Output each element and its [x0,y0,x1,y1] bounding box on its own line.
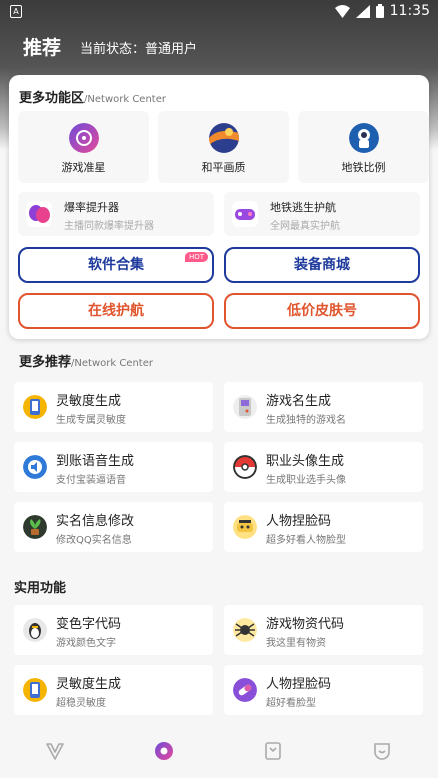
tile-label: 和平画质 [201,161,246,174]
item-title: 游戏名生成 [266,394,332,409]
button-label: 软件合集 [88,257,144,273]
masks-icon [26,201,52,227]
item-desc: 超多好看人物脸型 [266,535,346,546]
more-recommend-title: 更多推荐/Network Center [19,351,153,370]
list-item[interactable]: 实名信息修改 修改QQ实名信息 [14,502,213,552]
item-title: 灵敏度生成 [56,394,122,409]
equipment-store-button[interactable]: 装备商城 [224,247,420,283]
face-icon [233,515,257,539]
item-desc: 游戏颜色文字 [56,638,116,649]
gamepad-icon [232,201,258,227]
bottom-nav [0,726,438,778]
astronaut-icon [348,123,379,153]
user-status: 当前状态：普通用户 [80,42,198,57]
battery-icon [375,4,384,18]
section-subtitle: /Network Center [71,358,153,369]
list-item[interactable]: 人物捏脸码 超多好看人物脸型 [224,502,423,552]
list-item[interactable]: 游戏名生成 生成独特的游戏名 [224,382,423,432]
section-subtitle: /Network Center [84,94,166,105]
metro-escort[interactable]: 地铁逃生护航 全网最真实护航 [224,192,420,236]
tile-label: 地铁比例 [341,161,386,174]
item-desc: 修改QQ实名信息 [56,535,132,546]
utilities-title: 实用功能 [14,577,66,596]
tile-astronaut[interactable]: 地铁比例 [298,111,429,183]
drop-rate-booster[interactable]: 爆率提升器 主播同款爆率提升器 [18,192,214,236]
status-bar: A 11:35 [0,0,438,24]
penguin-icon [23,618,47,642]
clock: 11:35 [389,3,430,19]
pokeball-icon [233,455,257,479]
list-item[interactable]: 变色字代码 游戏颜色文字 [14,605,213,655]
list-item[interactable]: 到账语音生成 支付宝装逼语音 [14,442,213,492]
online-escort-button[interactable]: 在线护航 [18,293,214,329]
section-title-text: 更多功能区 [19,91,85,106]
list-item[interactable]: 游戏物资代码 我这里有物资 [224,605,423,655]
item-title: 实名信息修改 [56,514,135,529]
wide-item-title: 爆率提升器 [64,201,119,214]
smile-icon[interactable] [371,740,393,762]
list-item[interactable]: 灵敏度生成 生成专属灵敏度 [14,382,213,432]
graphics-icon [208,123,239,153]
app-notification-icon: A [10,5,22,18]
list-item[interactable]: 灵敏度生成 超稳灵敏度 [14,665,213,715]
plant-icon [23,515,47,539]
software-collection-button[interactable]: 软件合集 HOT [18,247,214,283]
tile-crosshair[interactable]: 游戏准星 [18,111,149,183]
tile-label: 游戏准星 [61,161,106,174]
button-label: 低价皮肤号 [287,303,357,319]
cheap-skin-account-button[interactable]: 低价皮肤号 [224,293,420,329]
page-title: 推荐 [23,37,62,59]
spider-icon [233,618,257,642]
item-title: 游戏物资代码 [266,617,345,632]
list-item[interactable]: 职业头像生成 生成职业选手头像 [224,442,423,492]
list-item[interactable]: 人物捏脸码 超好看脸型 [224,665,423,715]
more-functions-card: 更多功能区/Network Center 游戏准星 和平画质 地铁比例 爆率提升… [9,75,429,339]
item-desc: 超稳灵敏度 [56,698,106,709]
hot-badge: HOT [184,252,208,262]
item-title: 人物捏脸码 [266,677,332,692]
item-title: 到账语音生成 [56,454,135,469]
bookmark-icon[interactable] [262,740,284,762]
section-title-text: 更多推荐 [19,355,72,370]
crosshair-icon [68,123,99,153]
item-desc: 我这里有物资 [266,638,326,649]
speaker-icon [23,455,47,479]
item-title: 变色字代码 [56,617,122,632]
item-title: 人物捏脸码 [266,514,332,529]
capsule-icon [233,678,257,702]
button-label: 装备商城 [294,257,350,273]
item-desc: 超好看脸型 [266,698,316,709]
section-title-text: 实用功能 [14,581,67,596]
wide-item-title: 地铁逃生护航 [270,201,336,214]
item-title: 灵敏度生成 [56,677,122,692]
more-functions-title: 更多功能区/Network Center [19,87,166,106]
wifi-icon [334,4,350,18]
signal-icon [355,4,370,18]
phone-icon [23,678,47,702]
item-desc: 生成专属灵敏度 [56,415,126,426]
item-title: 职业头像生成 [266,454,345,469]
item-desc: 生成独特的游戏名 [266,415,346,426]
item-desc: 生成职业选手头像 [266,475,346,486]
item-desc: 支付宝装逼语音 [56,475,126,486]
v-logo-icon[interactable] [44,740,66,762]
button-label: 在线护航 [88,303,144,319]
phone-icon [23,395,47,419]
gameboy-icon [233,395,257,419]
wide-item-desc: 主播同款爆率提升器 [64,221,154,232]
tile-graphics[interactable]: 和平画质 [158,111,289,183]
wide-item-desc: 全网最真实护航 [270,221,340,232]
circle-dot-icon[interactable] [153,740,175,762]
